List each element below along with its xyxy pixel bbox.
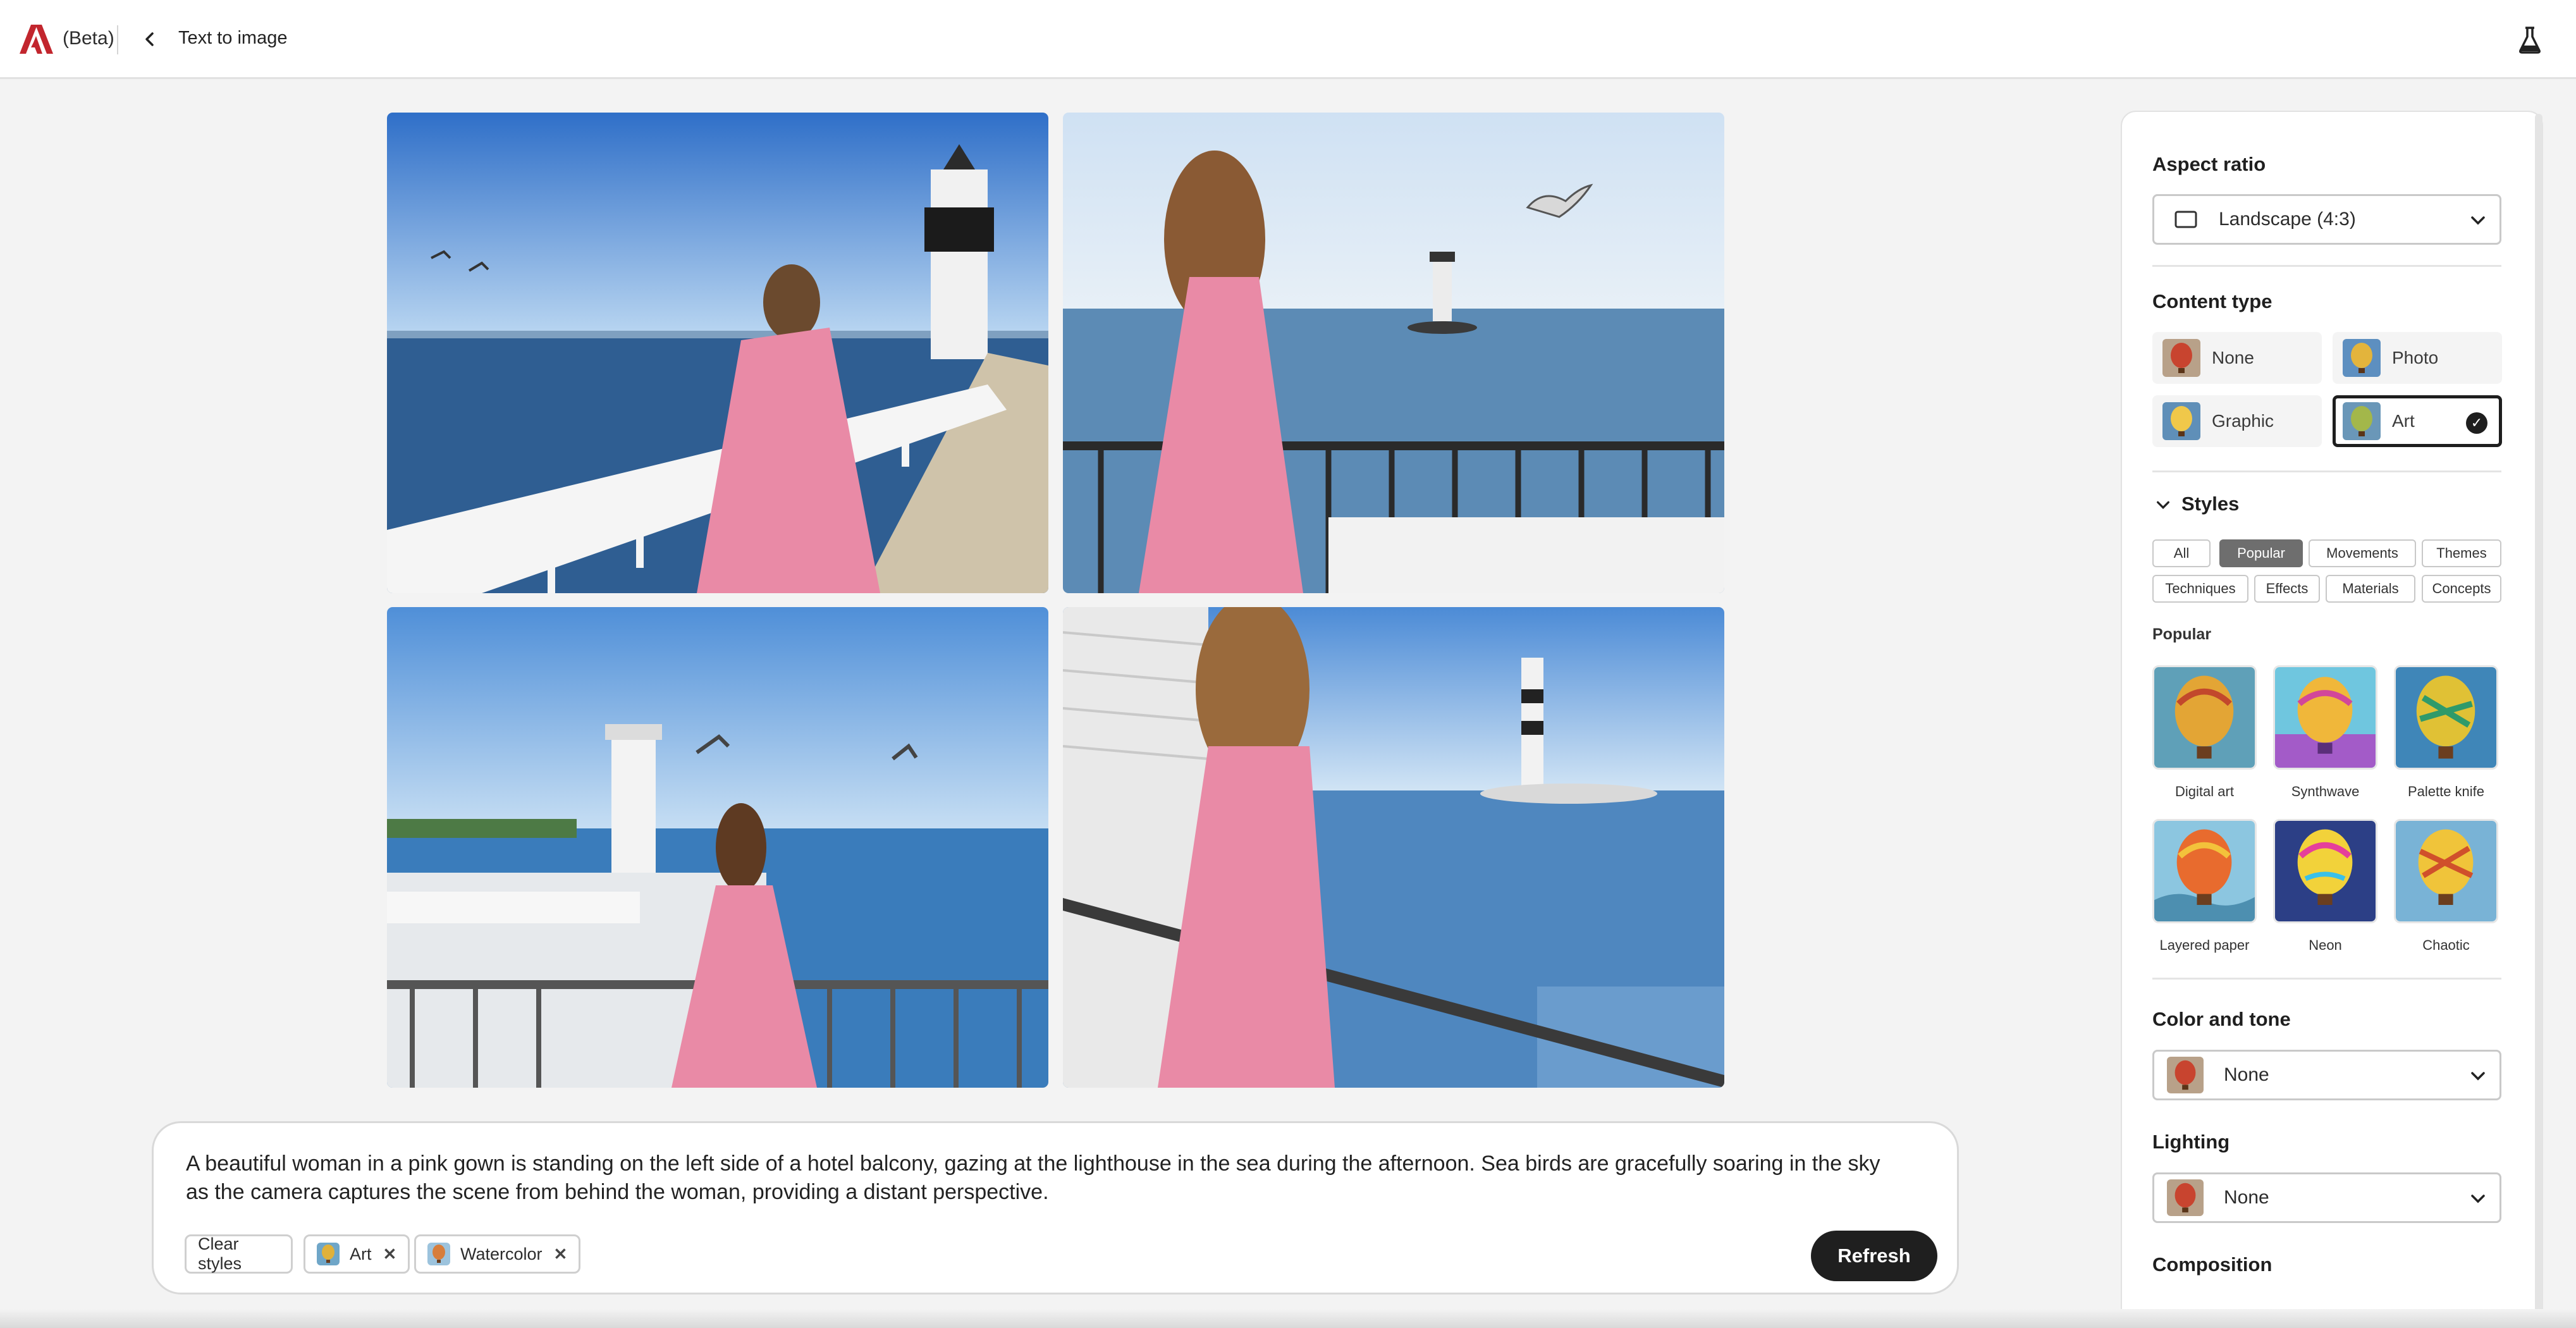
style-thumbnail [2273,819,2377,923]
style-neon[interactable]: Neon [2273,819,2377,954]
header-divider [117,25,118,54]
aspect-ratio-dropdown[interactable]: Landscape (4:3) [2152,194,2501,245]
content-type-art[interactable]: Art ✓ [2333,395,2502,447]
style-label: Layered paper [2159,937,2250,953]
prompt-box[interactable]: A beautiful woman in a pink gown is stan… [152,1121,1959,1294]
divider [2152,265,2501,267]
balloon-thumb-icon [427,1243,450,1265]
styles-tab-effects[interactable]: Effects [2254,575,2320,603]
styles-tab-all[interactable]: All [2152,539,2211,567]
lighting-value: None [2224,1187,2269,1208]
content-type-graphic[interactable]: Graphic [2152,395,2322,447]
bottom-edge [0,1309,2576,1328]
content-type-graphic-label: Graphic [2212,411,2274,431]
balloon-thumb-icon [2167,1057,2204,1093]
style-thumbnail [2152,819,2257,923]
chip-art[interactable]: Art ✕ [304,1234,410,1274]
content-type-art-label: Art [2392,411,2415,431]
settings-panel: Aspect ratio Landscape (4:3) Content typ… [2121,111,2543,1328]
prompt-text[interactable]: A beautiful woman in a pink gown is stan… [186,1150,1893,1207]
content-type-title: Content type [2152,290,2272,312]
style-chaotic[interactable]: Chaotic [2394,819,2498,954]
style-thumbnail [2152,665,2257,770]
refresh-button[interactable]: Refresh [1811,1231,1937,1281]
divider [2152,470,2501,472]
beta-label: (Beta) [63,28,114,49]
balloon-thumb-icon [2343,339,2381,377]
generated-image-3[interactable] [387,607,1048,1088]
balloon-thumb-icon [2167,1179,2204,1216]
content-type-photo[interactable]: Photo [2333,332,2502,384]
chevron-down-icon [2471,216,2485,225]
chevron-down-icon [2471,1072,2485,1081]
clear-styles-label: Clear styles [198,1234,242,1273]
chip-watercolor[interactable]: Watercolor ✕ [414,1234,581,1274]
checkmark-icon: ✓ [2466,412,2487,434]
page-title: Text to image [178,28,288,48]
styles-tab-movements[interactable]: Movements [2309,539,2416,567]
color-tone-dropdown[interactable]: None [2152,1050,2501,1100]
landscape-icon [2174,211,2197,228]
generated-image-2[interactable] [1063,113,1724,593]
style-label: Digital art [2175,784,2234,799]
top-bar: (Beta) Text to image [0,0,2576,79]
styles-tab-techniques[interactable]: Techniques [2152,575,2248,603]
styles-section-label: Popular [2152,625,2212,643]
balloon-thumb-icon [2343,402,2381,440]
color-tone-value: None [2224,1064,2269,1085]
lighting-title: Lighting [2152,1131,2230,1153]
aspect-ratio-value: Landscape (4:3) [2219,209,2356,230]
style-label: Synthwave [2291,784,2360,799]
style-palette-knife[interactable]: Palette knife [2394,665,2498,800]
lighting-dropdown[interactable]: None [2152,1172,2501,1223]
styles-title[interactable]: Styles [2181,493,2239,515]
content-type-photo-label: Photo [2392,348,2439,367]
style-digital-art[interactable]: Digital art [2152,665,2257,800]
style-synthwave[interactable]: Synthwave [2273,665,2377,800]
styles-tab-materials[interactable]: Materials [2326,575,2415,603]
composition-title: Composition [2152,1253,2272,1276]
clear-styles-button[interactable]: Clear styles [185,1234,293,1274]
style-label: Neon [2309,937,2342,953]
generated-image-4[interactable] [1063,607,1724,1088]
balloon-thumb-icon [317,1243,340,1265]
balloon-thumb-icon [2162,402,2200,440]
balloon-thumb-icon [2162,339,2200,377]
styles-tab-popular[interactable]: Popular [2219,539,2303,567]
styles-tab-concepts[interactable]: Concepts [2422,575,2501,603]
adobe-logo[interactable] [20,25,53,54]
chevron-down-icon[interactable] [2155,496,2171,513]
chevron-left-icon[interactable] [139,28,161,51]
aspect-ratio-title: Aspect ratio [2152,153,2266,175]
close-icon[interactable]: ✕ [554,1245,568,1264]
chevron-down-icon [2471,1195,2485,1203]
style-label: Palette knife [2407,784,2485,799]
color-tone-title: Color and tone [2152,1008,2291,1030]
chip-art-label: Art [350,1244,372,1263]
beaker-icon[interactable] [2517,25,2543,54]
styles-tab-themes[interactable]: Themes [2422,539,2501,567]
chip-watercolor-label: Watercolor [460,1244,543,1263]
panel-scrollbar[interactable] [2535,114,2542,1315]
style-thumbnail [2394,665,2498,770]
style-label: Chaotic [2422,937,2470,953]
content-type-none[interactable]: None [2152,332,2322,384]
close-icon[interactable]: ✕ [383,1245,397,1264]
style-thumbnail [2273,665,2377,770]
divider [2152,978,2501,980]
content-type-none-label: None [2212,348,2254,367]
generated-image-1[interactable] [387,113,1048,593]
style-layered-paper[interactable]: Layered paper [2152,819,2257,954]
style-thumbnail [2394,819,2498,923]
